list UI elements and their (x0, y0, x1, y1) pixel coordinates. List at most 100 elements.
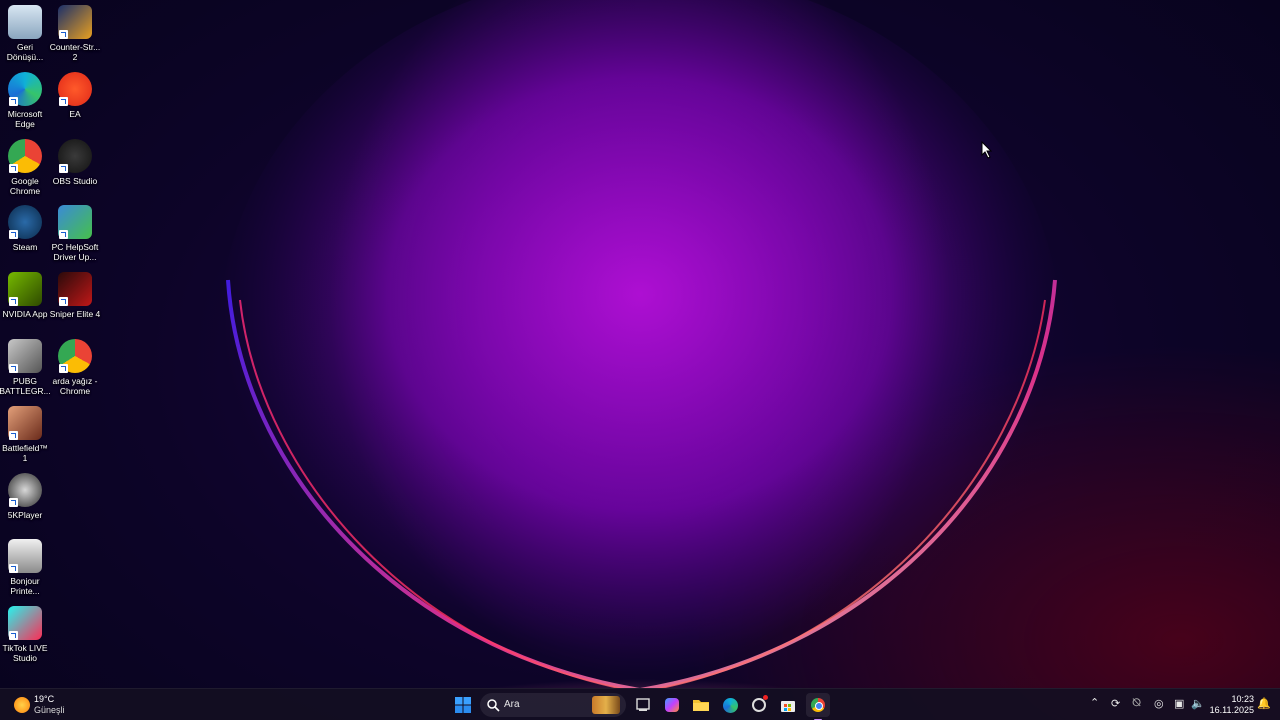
search-highlight-icon (592, 696, 620, 714)
recording-dot-icon (763, 695, 768, 700)
show-hidden-icons-chevron-icon[interactable]: ⌃ (1090, 696, 1099, 709)
desktop-icon-label: Geri Dönüşü... (6, 42, 44, 62)
task-view-icon (636, 698, 650, 711)
chrome-center-dot (815, 702, 823, 710)
desktop-icon-label: Counter-Str... 2 (49, 42, 101, 62)
edge-taskbar-button[interactable] (718, 693, 742, 717)
desktop-icon-label: TikTok LIVE Studio (2, 643, 48, 664)
weather-temperature: 19°C (34, 694, 55, 704)
copilot-button[interactable] (660, 693, 684, 717)
volume-icon[interactable]: 🔈 (1191, 697, 1205, 710)
desktop-icon-ea[interactable]: EA (49, 71, 101, 119)
desktop-wallpaper (0, 0, 1280, 688)
taskbar-search-box[interactable]: Ara (480, 693, 626, 717)
tiktok-icon (8, 606, 42, 641)
search-icon (487, 699, 500, 712)
desktop-icon-label: Steam (12, 242, 38, 253)
shortcut-arrow-icon (59, 163, 68, 173)
clock[interactable]: 10:23 16.11.2025 (1206, 693, 1254, 717)
taskbar: 19°C Güneşli Ara ⌃ ⟳ ⦰ ◎ ▣ 🔈 10:23 16.11… (0, 688, 1280, 720)
desktop-icon-sniper-elite[interactable]: Sniper Elite 4 (49, 272, 101, 319)
chrome-icon (8, 138, 42, 173)
obs-icon (752, 698, 766, 712)
bloom-wallpaper-art (220, 0, 1060, 688)
windows-logo-icon (455, 697, 471, 713)
desktop-icon-5kplayer[interactable]: 5KPlayer (0, 472, 51, 520)
desktop-icon-label: arda yağız - Chrome (52, 376, 98, 396)
desktop-icon-label: NVIDIA App (2, 309, 48, 320)
sniper-elite-icon (58, 272, 92, 307)
desktop-icon-chrome[interactable]: Google Chrome (0, 138, 51, 196)
desktop-icon-label: Google Chrome (9, 175, 41, 196)
desktop-icon-label: Bonjour Printe... (10, 576, 40, 597)
copilot-icon (665, 698, 679, 712)
nvidia-icon (8, 272, 42, 307)
desktop-icon-label: Battlefield™ 1 (2, 442, 48, 463)
file-explorer-button[interactable] (689, 693, 713, 717)
start-button[interactable] (451, 693, 475, 717)
desktop-icon-label: Microsoft Edge (7, 108, 43, 129)
desktop-icon-label: Sniper Elite 4 (49, 309, 101, 320)
desktop-icon-recycle-bin[interactable]: Geri Dönüşü... (0, 5, 51, 62)
desktop-icon-edge[interactable]: Microsoft Edge (0, 71, 51, 129)
pubg-icon (8, 339, 42, 373)
shortcut-arrow-icon (59, 364, 68, 373)
shortcut-arrow-icon (9, 163, 18, 173)
clock-date: 16.11.2025 (1209, 705, 1254, 715)
shortcut-arrow-icon (59, 297, 68, 307)
shortcut-arrow-icon (9, 230, 18, 240)
shortcut-arrow-icon (9, 297, 18, 307)
folder-icon (693, 700, 709, 711)
5kplayer-icon (8, 472, 42, 507)
sync-icon[interactable]: ⟳ (1111, 697, 1120, 710)
desktop-icon-nvidia[interactable]: NVIDIA App (0, 272, 51, 319)
store-bag-icon (781, 701, 795, 712)
driver-updater-icon (58, 205, 92, 240)
edge-icon (723, 698, 738, 713)
weather-description: Güneşli (34, 705, 65, 715)
desktop-icon-driver-updater[interactable]: PC HelpSoft Driver Up... (49, 205, 101, 262)
shortcut-arrow-icon (9, 96, 18, 106)
task-view-button[interactable] (631, 693, 655, 717)
battlefield-icon (8, 405, 42, 440)
shortcut-arrow-icon (9, 631, 18, 641)
weather-widget[interactable]: 19°C Güneşli (12, 693, 82, 717)
clock-time: 10:23 (1231, 694, 1254, 704)
notification-bell-icon[interactable]: 🔔 (1257, 697, 1271, 710)
printer-icon (8, 539, 42, 574)
counter-strike-icon (58, 5, 92, 39)
ea-icon (58, 71, 92, 106)
recycle-bin-icon (8, 5, 42, 39)
desktop-icon-grid: Geri Dönüşü... Microsoft Edge Google Chrom… (0, 0, 110, 680)
weather-sun-icon (14, 697, 30, 713)
shortcut-arrow-icon (9, 364, 18, 373)
desktop-icon-battlefield[interactable]: Battlefield™ 1 (0, 405, 51, 463)
desktop-icon-steam[interactable]: Steam (0, 205, 51, 252)
shortcut-arrow-icon (59, 96, 68, 106)
desktop-icon-label: 5KPlayer (7, 509, 43, 520)
desktop-icon-label: EA (69, 108, 81, 119)
desktop-icon-label: OBS Studio (52, 175, 98, 186)
shortcut-arrow-icon (9, 497, 18, 507)
desktop-icon-chrome-profile[interactable]: arda yağız - Chrome (49, 339, 101, 396)
desktop-icon-tiktok[interactable]: TikTok LIVE Studio (0, 606, 51, 663)
chrome-profile-taskbar-button[interactable] (806, 693, 830, 720)
desktop-icon-pubg[interactable]: PUBG BATTLEGR... (0, 339, 51, 396)
edge-icon (8, 71, 42, 106)
desktop-icon-label: PC HelpSoft Driver Up... (51, 242, 99, 263)
shortcut-arrow-icon (9, 564, 18, 574)
search-placeholder: Ara (504, 699, 520, 710)
shortcut-arrow-icon (59, 30, 68, 39)
shortcut-arrow-icon (59, 230, 68, 240)
desktop-icon-obs[interactable]: OBS Studio (49, 138, 101, 186)
desktop-icon-printer[interactable]: Bonjour Printe... (0, 539, 51, 596)
obs-icon (58, 138, 92, 173)
obs-taskbar-button[interactable] (747, 693, 771, 717)
network-off-icon[interactable]: ⦰ (1132, 697, 1141, 710)
shortcut-arrow-icon (9, 430, 18, 440)
store-taskbar-button[interactable] (776, 693, 800, 717)
desktop-icon-counter-strike[interactable]: Counter-Str... 2 (49, 5, 101, 62)
microphone-icon[interactable]: ◎ (1154, 697, 1164, 710)
chrome-profile-icon (58, 339, 92, 373)
display-network-icon[interactable]: ▣ (1174, 697, 1184, 710)
